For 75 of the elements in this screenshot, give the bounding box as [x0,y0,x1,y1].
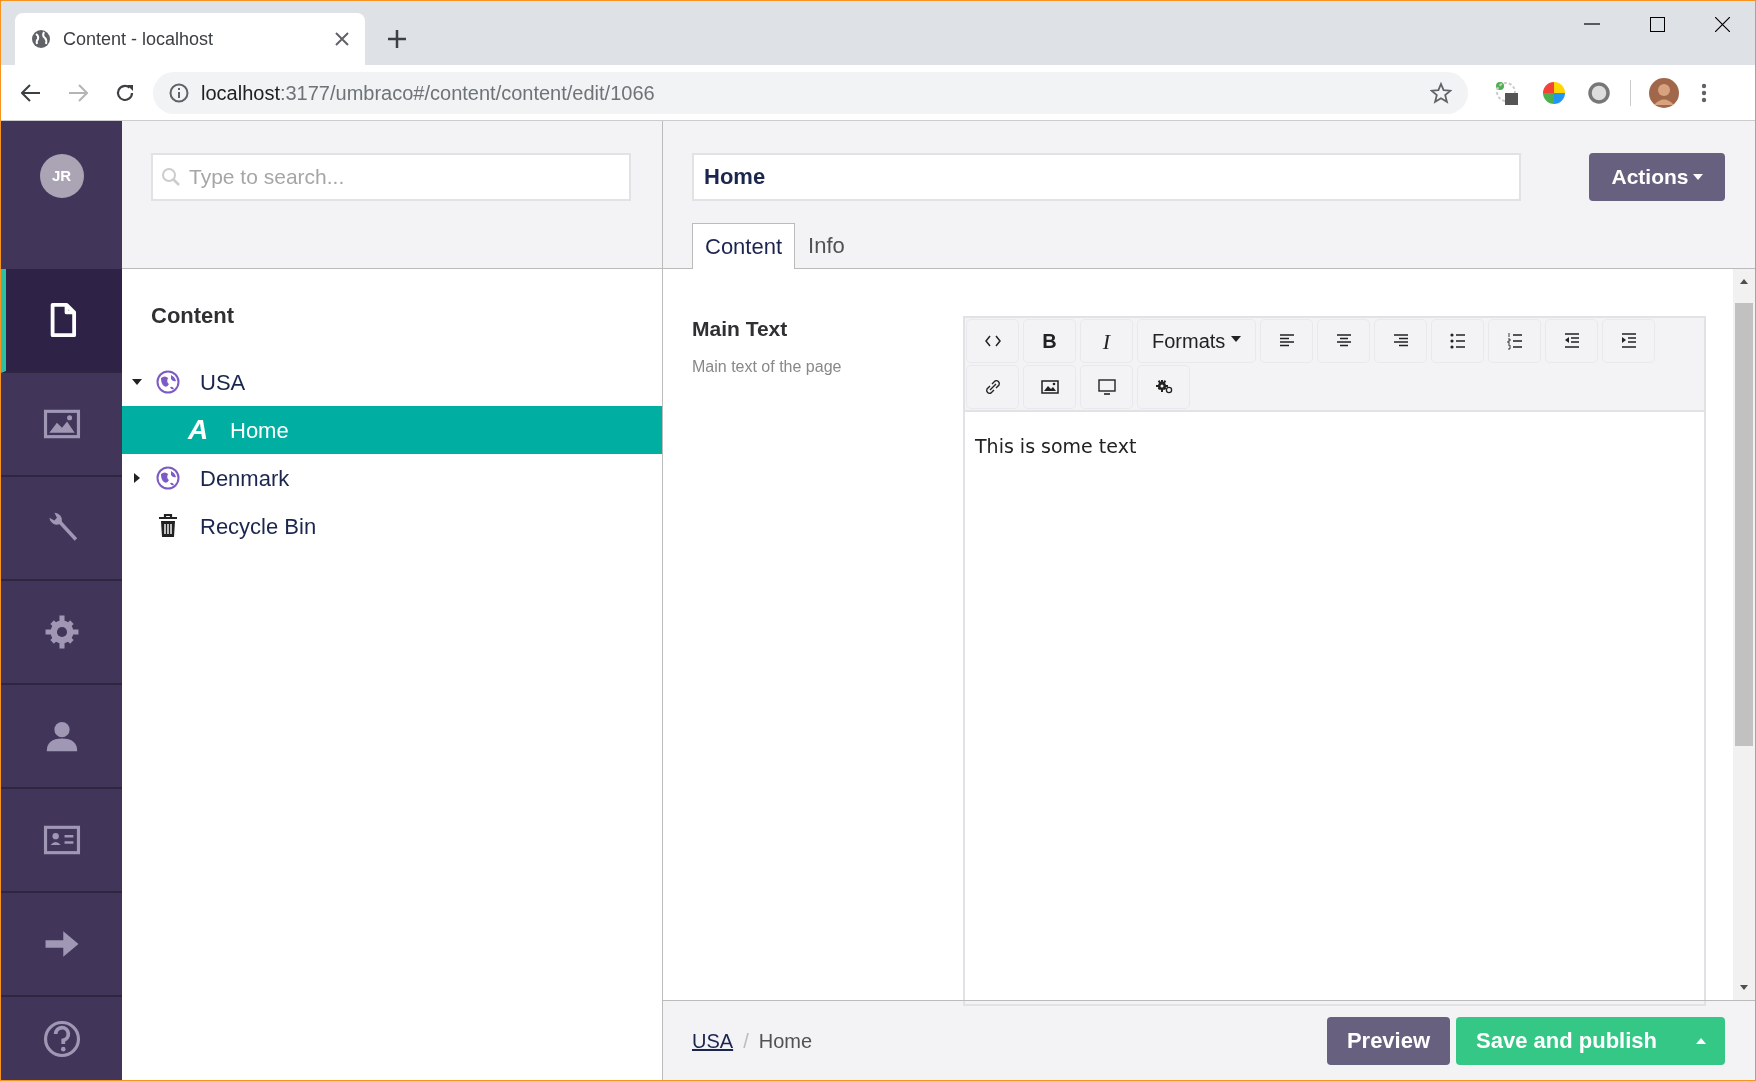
url-text: localhost:3177/umbraco#/content/content/edit/1066 [201,80,656,106]
tree-item[interactable]: USA [122,358,662,406]
monitor-icon [1097,378,1116,396]
document-type-icon: A [187,409,209,451]
outdent-icon [1562,332,1581,350]
editor-text: This is some text [974,434,1138,459]
name-field[interactable]: Home [692,153,1521,201]
outdent-button[interactable] [1546,320,1598,362]
align-right-button[interactable] [1375,320,1427,362]
bulleted-list-icon [1448,332,1467,350]
reload-icon[interactable] [115,82,135,103]
circle-icon[interactable] [1588,81,1610,104]
align-center-button[interactable] [1318,320,1370,362]
maximize-icon[interactable] [1650,17,1665,32]
close-icon[interactable] [1715,17,1730,32]
numbered-list-button[interactable] [1489,320,1541,362]
menu-icon[interactable] [1701,82,1707,103]
rich-text-editor[interactable]: B I Formats This is some text [963,316,1706,1006]
tree-item[interactable]: Recycle Bin [122,502,662,550]
help-icon [42,1019,81,1058]
trash-icon [157,514,179,538]
tree-item[interactable]: Denmark [122,454,662,502]
bold-button[interactable]: B [1024,320,1075,362]
image-icon [1040,378,1059,396]
tree-title: Content [150,302,236,330]
formats-dropdown[interactable]: Formats [1138,320,1256,362]
scrollbar[interactable] [1733,269,1755,1000]
globe-icon [156,466,180,490]
scroll-up-icon[interactable] [1739,277,1749,285]
color-wheel-icon[interactable] [1542,80,1566,105]
gears-button[interactable] [1138,366,1189,408]
profile-avatar-icon[interactable] [1649,77,1679,108]
link-icon [983,378,1002,396]
tree-item-label: Home [230,416,289,445]
tab[interactable]: Info [795,223,858,268]
scroll-down-icon[interactable] [1739,984,1749,992]
breadcrumb-current: Home [758,1028,813,1054]
extension-icon[interactable] [1494,79,1520,106]
browser-tab[interactable]: Content - localhost [15,13,365,65]
close-icon[interactable] [335,32,349,46]
image-button[interactable] [1024,366,1075,408]
caret-icon [1231,336,1242,342]
monitor-button[interactable] [1081,366,1132,408]
info-icon [169,82,189,103]
indent-button[interactable] [1603,320,1655,362]
tab-title: Content - localhost [63,27,215,51]
link-button[interactable] [967,366,1018,408]
search-field[interactable]: Type to search... [151,153,631,201]
preview-button[interactable]: Preview [1326,1016,1451,1065]
address-bar[interactable]: localhost:3177/umbraco#/content/content/edit/1066 [153,71,1468,114]
globe-icon [31,29,51,49]
globe-icon [156,370,180,394]
tree-item-label: USA [200,368,246,397]
search-icon [160,166,182,188]
caret-icon [1692,174,1703,180]
numbered-list-icon [1505,332,1524,350]
tree-item-label: Denmark [200,464,290,493]
align-left-button[interactable] [1261,320,1313,362]
italic-button[interactable]: I [1081,320,1132,362]
new-tab-icon[interactable] [387,29,407,49]
indent-icon [1619,332,1638,350]
breadcrumb-separator: / [743,1028,749,1054]
breadcrumb-link[interactable]: USA [692,1025,734,1056]
minimize-icon[interactable] [1584,23,1600,27]
property-description: Main text of the page [692,356,843,377]
expanded-caret-icon[interactable] [131,377,143,387]
property-label: Main Text [692,316,789,342]
bulleted-list-button[interactable] [1432,320,1484,362]
star-icon[interactable] [1430,81,1452,104]
tree-item-label: Recycle Bin [200,512,317,541]
tab[interactable]: Content [692,223,796,269]
gears-icon [1154,378,1173,396]
actions-button[interactable]: Actions [1589,153,1725,201]
section-tab[interactable] [1,269,122,373]
back-icon[interactable] [21,83,41,102]
